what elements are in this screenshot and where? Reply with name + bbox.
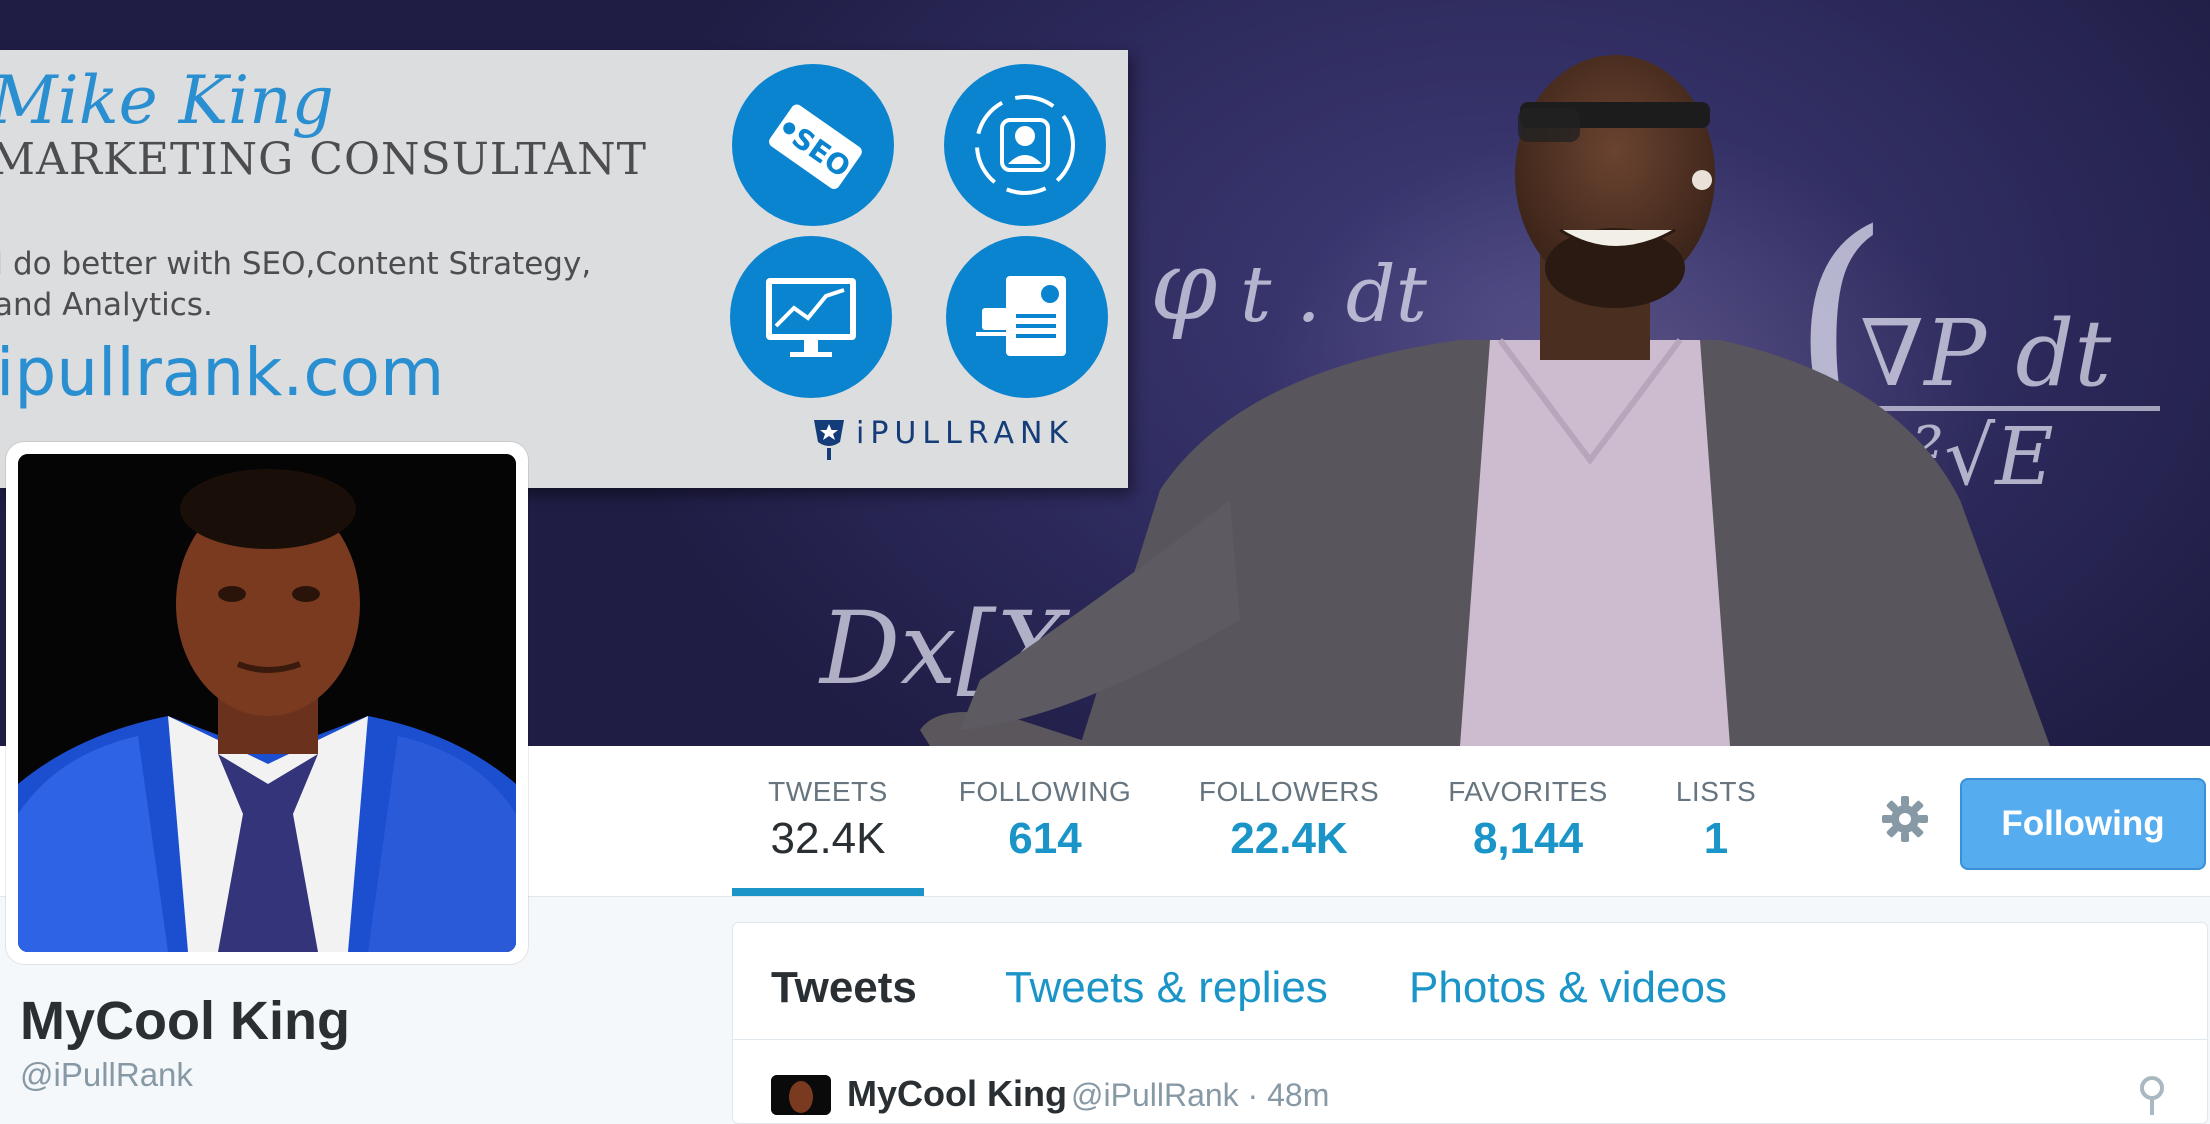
tweet-avatar[interactable] xyxy=(771,1075,831,1115)
stat-label: FOLLOWERS xyxy=(1198,776,1380,807)
following-button[interactable]: Following xyxy=(1960,778,2206,870)
tweet-meta: @iPullRank · 48m xyxy=(1071,1077,1330,1113)
stat-label: LISTS xyxy=(1675,776,1757,807)
stat-followers[interactable]: FOLLOWERS 22.4K xyxy=(1196,776,1382,864)
stat-label: FOLLOWING xyxy=(958,776,1132,807)
timeline: Tweets Tweets & replies Photos & videos … xyxy=(732,922,2208,1124)
stat-value: 32.4K xyxy=(770,814,886,863)
stat-tweets[interactable]: TWEETS 32.4K xyxy=(742,776,914,864)
stat-value: 22.4K xyxy=(1230,814,1348,863)
divider xyxy=(733,1039,2207,1040)
user-cycle-icon xyxy=(944,64,1106,226)
card-name: Mike King xyxy=(0,62,334,139)
seo-tag-icon: SEO xyxy=(732,64,894,226)
pin-icon xyxy=(2140,1076,2164,1115)
stat-lists[interactable]: LISTS 1 xyxy=(1666,776,1766,864)
tab-photos-videos[interactable]: Photos & videos xyxy=(1409,963,1727,1013)
card-url: ipullrank.com xyxy=(0,334,445,411)
business-card: Mike King MARKETING CONSULTANT I do bett… xyxy=(0,50,1128,488)
stat-label: FAVORITES xyxy=(1448,776,1608,807)
monitor-chart-icon xyxy=(730,236,892,398)
stat-value: 8,144 xyxy=(1472,814,1584,863)
stat-label: TWEETS xyxy=(768,776,888,807)
card-description: and Analytics. xyxy=(0,287,213,323)
stat-following[interactable]: FOLLOWING 614 xyxy=(954,776,1136,864)
card-role: MARKETING CONSULTANT xyxy=(0,134,647,185)
report-coffee-icon xyxy=(946,236,1108,398)
avatar-photo xyxy=(18,454,516,952)
trophy-logo-icon xyxy=(814,420,844,460)
tweet-author-name[interactable]: MyCool King xyxy=(847,1073,1067,1115)
stat-favorites[interactable]: FAVORITES 8,144 xyxy=(1446,776,1610,864)
avatar[interactable] xyxy=(6,442,528,964)
active-tab-indicator xyxy=(732,888,924,896)
profile-handle[interactable]: @iPullRank xyxy=(20,1056,193,1094)
tab-tweets[interactable]: Tweets xyxy=(771,963,917,1013)
card-brand: iPULLRANK xyxy=(856,416,1075,451)
profile-name[interactable]: MyCool King xyxy=(20,990,350,1052)
stat-value: 614 xyxy=(1008,814,1082,863)
card-description: I do better with SEO,Content Strategy, xyxy=(0,246,592,282)
tab-tweets-replies[interactable]: Tweets & replies xyxy=(1005,963,1328,1013)
gear-icon[interactable] xyxy=(1880,794,1930,844)
stat-value: 1 xyxy=(1703,814,1729,863)
